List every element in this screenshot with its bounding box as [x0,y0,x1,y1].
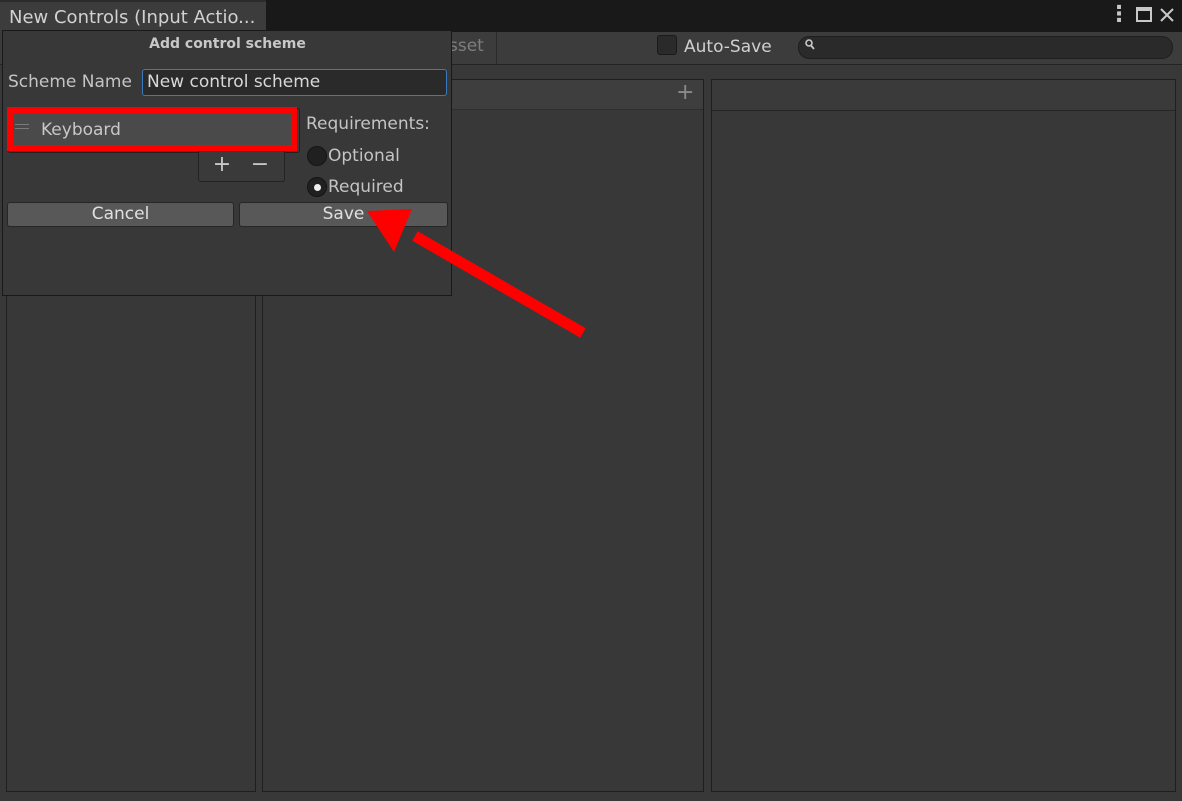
popup-title: Add control scheme [149,36,306,52]
cancel-button[interactable]: Cancel [7,202,234,227]
kebab-menu-icon[interactable]: ⋮ [1108,3,1130,27]
auto-save-label: Auto-Save [684,37,772,57]
optional-label[interactable]: Optional [328,146,400,166]
close-icon[interactable] [1157,3,1177,28]
search-input[interactable] [798,36,1173,59]
add-action-icon[interactable]: + [676,81,694,105]
properties-panel [711,79,1176,792]
maximize-icon[interactable] [1134,3,1154,29]
scheme-name-input[interactable]: New control scheme [142,69,447,96]
optional-radio[interactable] [307,146,327,166]
radio-selected-dot [314,184,321,191]
remove-device-icon[interactable]: − [250,151,270,179]
search-icon [805,39,815,53]
add-device-icon[interactable]: + [212,151,232,179]
annotation-highlight-box [7,107,297,151]
requirements-label: Requirements: [306,114,430,134]
required-label[interactable]: Required [328,177,404,197]
auto-save-checkbox[interactable] [657,35,677,55]
window-tab-title[interactable]: New Controls (Input Actio... [0,0,266,33]
save-button[interactable]: Save [239,202,448,227]
save-asset-button[interactable]: sset [449,32,497,64]
properties-panel-header [712,80,1175,111]
scheme-name-label: Scheme Name [8,72,132,92]
